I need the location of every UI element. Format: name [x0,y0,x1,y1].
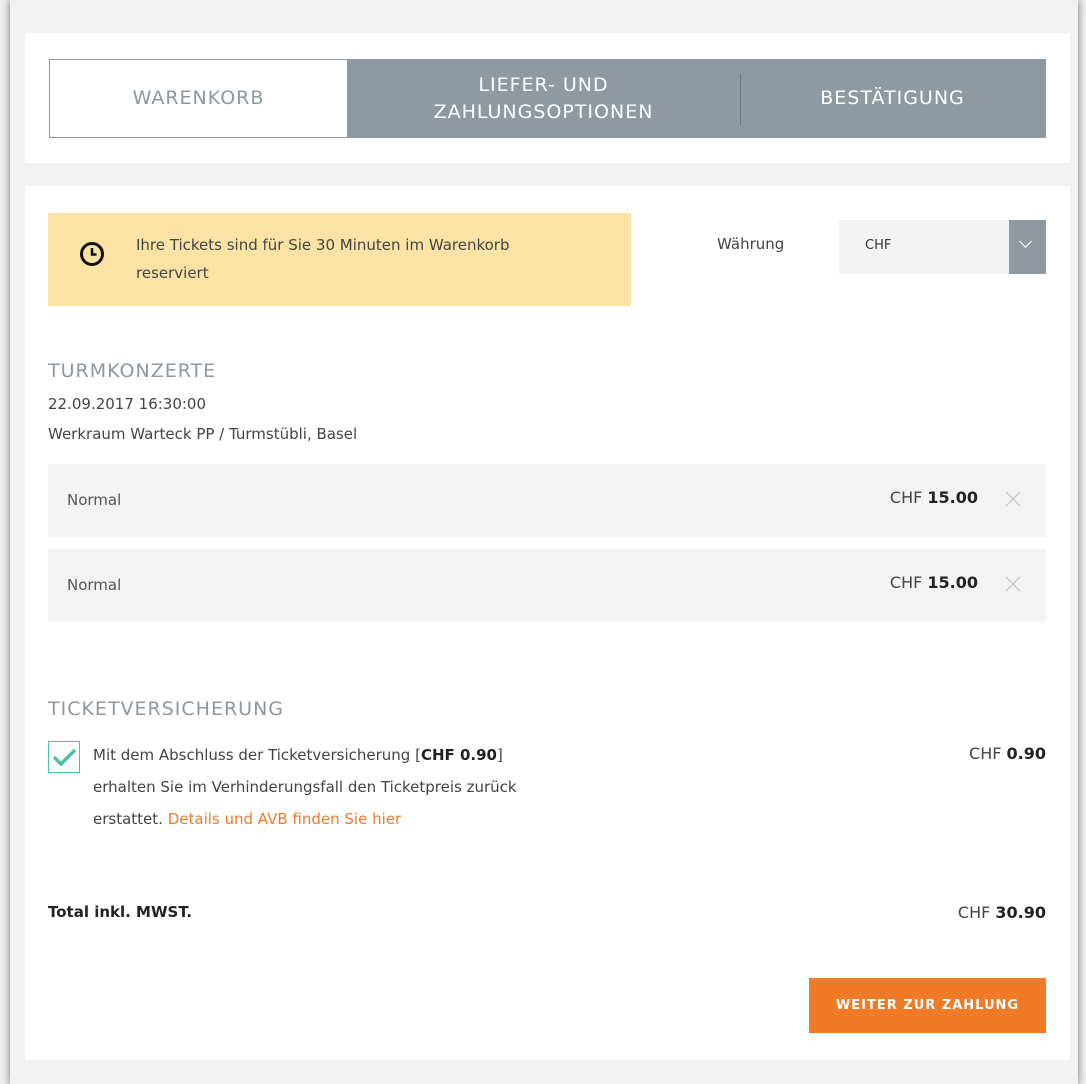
checkmark-icon [52,748,77,767]
reservation-notice-text: Ihre Tickets sind für Sie 30 Minuten im … [136,231,606,287]
currency-select[interactable]: CHF [839,220,1046,274]
event-datetime: 22.09.2017 16:30:00 [48,395,207,413]
step-delivery-label-line1: LIEFER- UND [478,73,609,96]
ticket-price-currency: CHF [889,573,923,592]
step-confirmation[interactable]: BESTÄTIGUNG [740,60,1045,137]
insurance-price: CHF 0.90 [969,744,1046,763]
ticket-name: Normal [67,491,122,509]
currency-label: Währung [717,235,785,253]
close-icon[interactable] [1004,575,1022,593]
checkout-steps-panel: WARENKORB LIEFER- UND ZAHLUNGSOPTIONEN B… [25,33,1070,163]
insurance-title: TICKETVERSICHERUNG [48,698,285,720]
insurance-details-link[interactable]: Details und AVB finden Sie hier [168,810,401,828]
continue-to-payment-button[interactable]: WEITER ZUR ZAHLUNG [809,978,1046,1033]
currency-dropdown-button[interactable] [1009,220,1046,274]
insurance-price-amount: 0.90 [1006,744,1046,763]
currency-selected-value: CHF [865,238,892,253]
reservation-notice-line2: reserviert [136,264,209,282]
insurance-checkbox[interactable] [48,741,80,773]
ticket-name: Normal [67,576,122,594]
insurance-text-part1: Mit dem Abschluss der Ticketversicherung… [93,746,421,764]
insurance-text-line2: erhalten Sie im Verhinderungsfall den Ti… [93,778,517,796]
step-cart-label: WARENKORB [132,87,265,109]
checkout-steps: WARENKORB LIEFER- UND ZAHLUNGSOPTIONEN B… [49,59,1046,138]
ticket-price-amount: 15.00 [927,573,978,592]
insurance-price-currency: CHF [969,744,1002,763]
insurance-text-line3: erstattet. Details und AVB finden Sie hi… [93,803,613,835]
total-label: Total inkl. MWST. [48,903,192,921]
reservation-notice: Ihre Tickets sind für Sie 30 Minuten im … [48,213,631,306]
insurance-text-line1: Mit dem Abschluss der Ticketversicherung… [93,739,613,771]
insurance-text-line3-start: erstattet. [93,810,163,828]
ticket-price: CHF 15.00 [890,488,978,507]
step-delivery-payment[interactable]: LIEFER- UND ZAHLUNGSOPTIONEN [347,60,740,137]
ticket-price-amount: 15.00 [927,488,978,507]
step-confirmation-label: BESTÄTIGUNG [820,87,965,109]
insurance-text-part2: ] [496,746,503,764]
ticket-row: Normal CHF 15.00 [48,464,1046,537]
close-icon[interactable] [1004,490,1022,508]
ticket-row: Normal CHF 15.00 [48,549,1046,622]
ticket-price-currency: CHF [889,488,923,507]
event-venue: Werkraum Warteck PP / Turmstübli, Basel [48,425,358,443]
step-delivery-label-line2: ZAHLUNGSOPTIONEN [433,100,654,123]
chevron-down-icon [1019,235,1032,248]
reservation-notice-line1: Ihre Tickets sind für Sie 30 Minuten im … [136,236,510,254]
event-title: TURMKONZERTE [48,360,217,382]
step-divider [740,74,741,125]
insurance-description: Mit dem Abschluss der Ticketversicherung… [93,739,613,835]
insurance-text-fee: CHF 0.90 [420,746,497,764]
clock-icon [80,242,104,266]
ticket-price: CHF 15.00 [890,573,978,592]
total-currency: CHF [957,903,991,922]
cart-panel: Ihre Tickets sind für Sie 30 Minuten im … [25,186,1070,1060]
step-cart[interactable]: WARENKORB [50,60,347,137]
total-price: CHF 30.90 [958,903,1046,922]
total-amount: 30.90 [995,903,1046,922]
